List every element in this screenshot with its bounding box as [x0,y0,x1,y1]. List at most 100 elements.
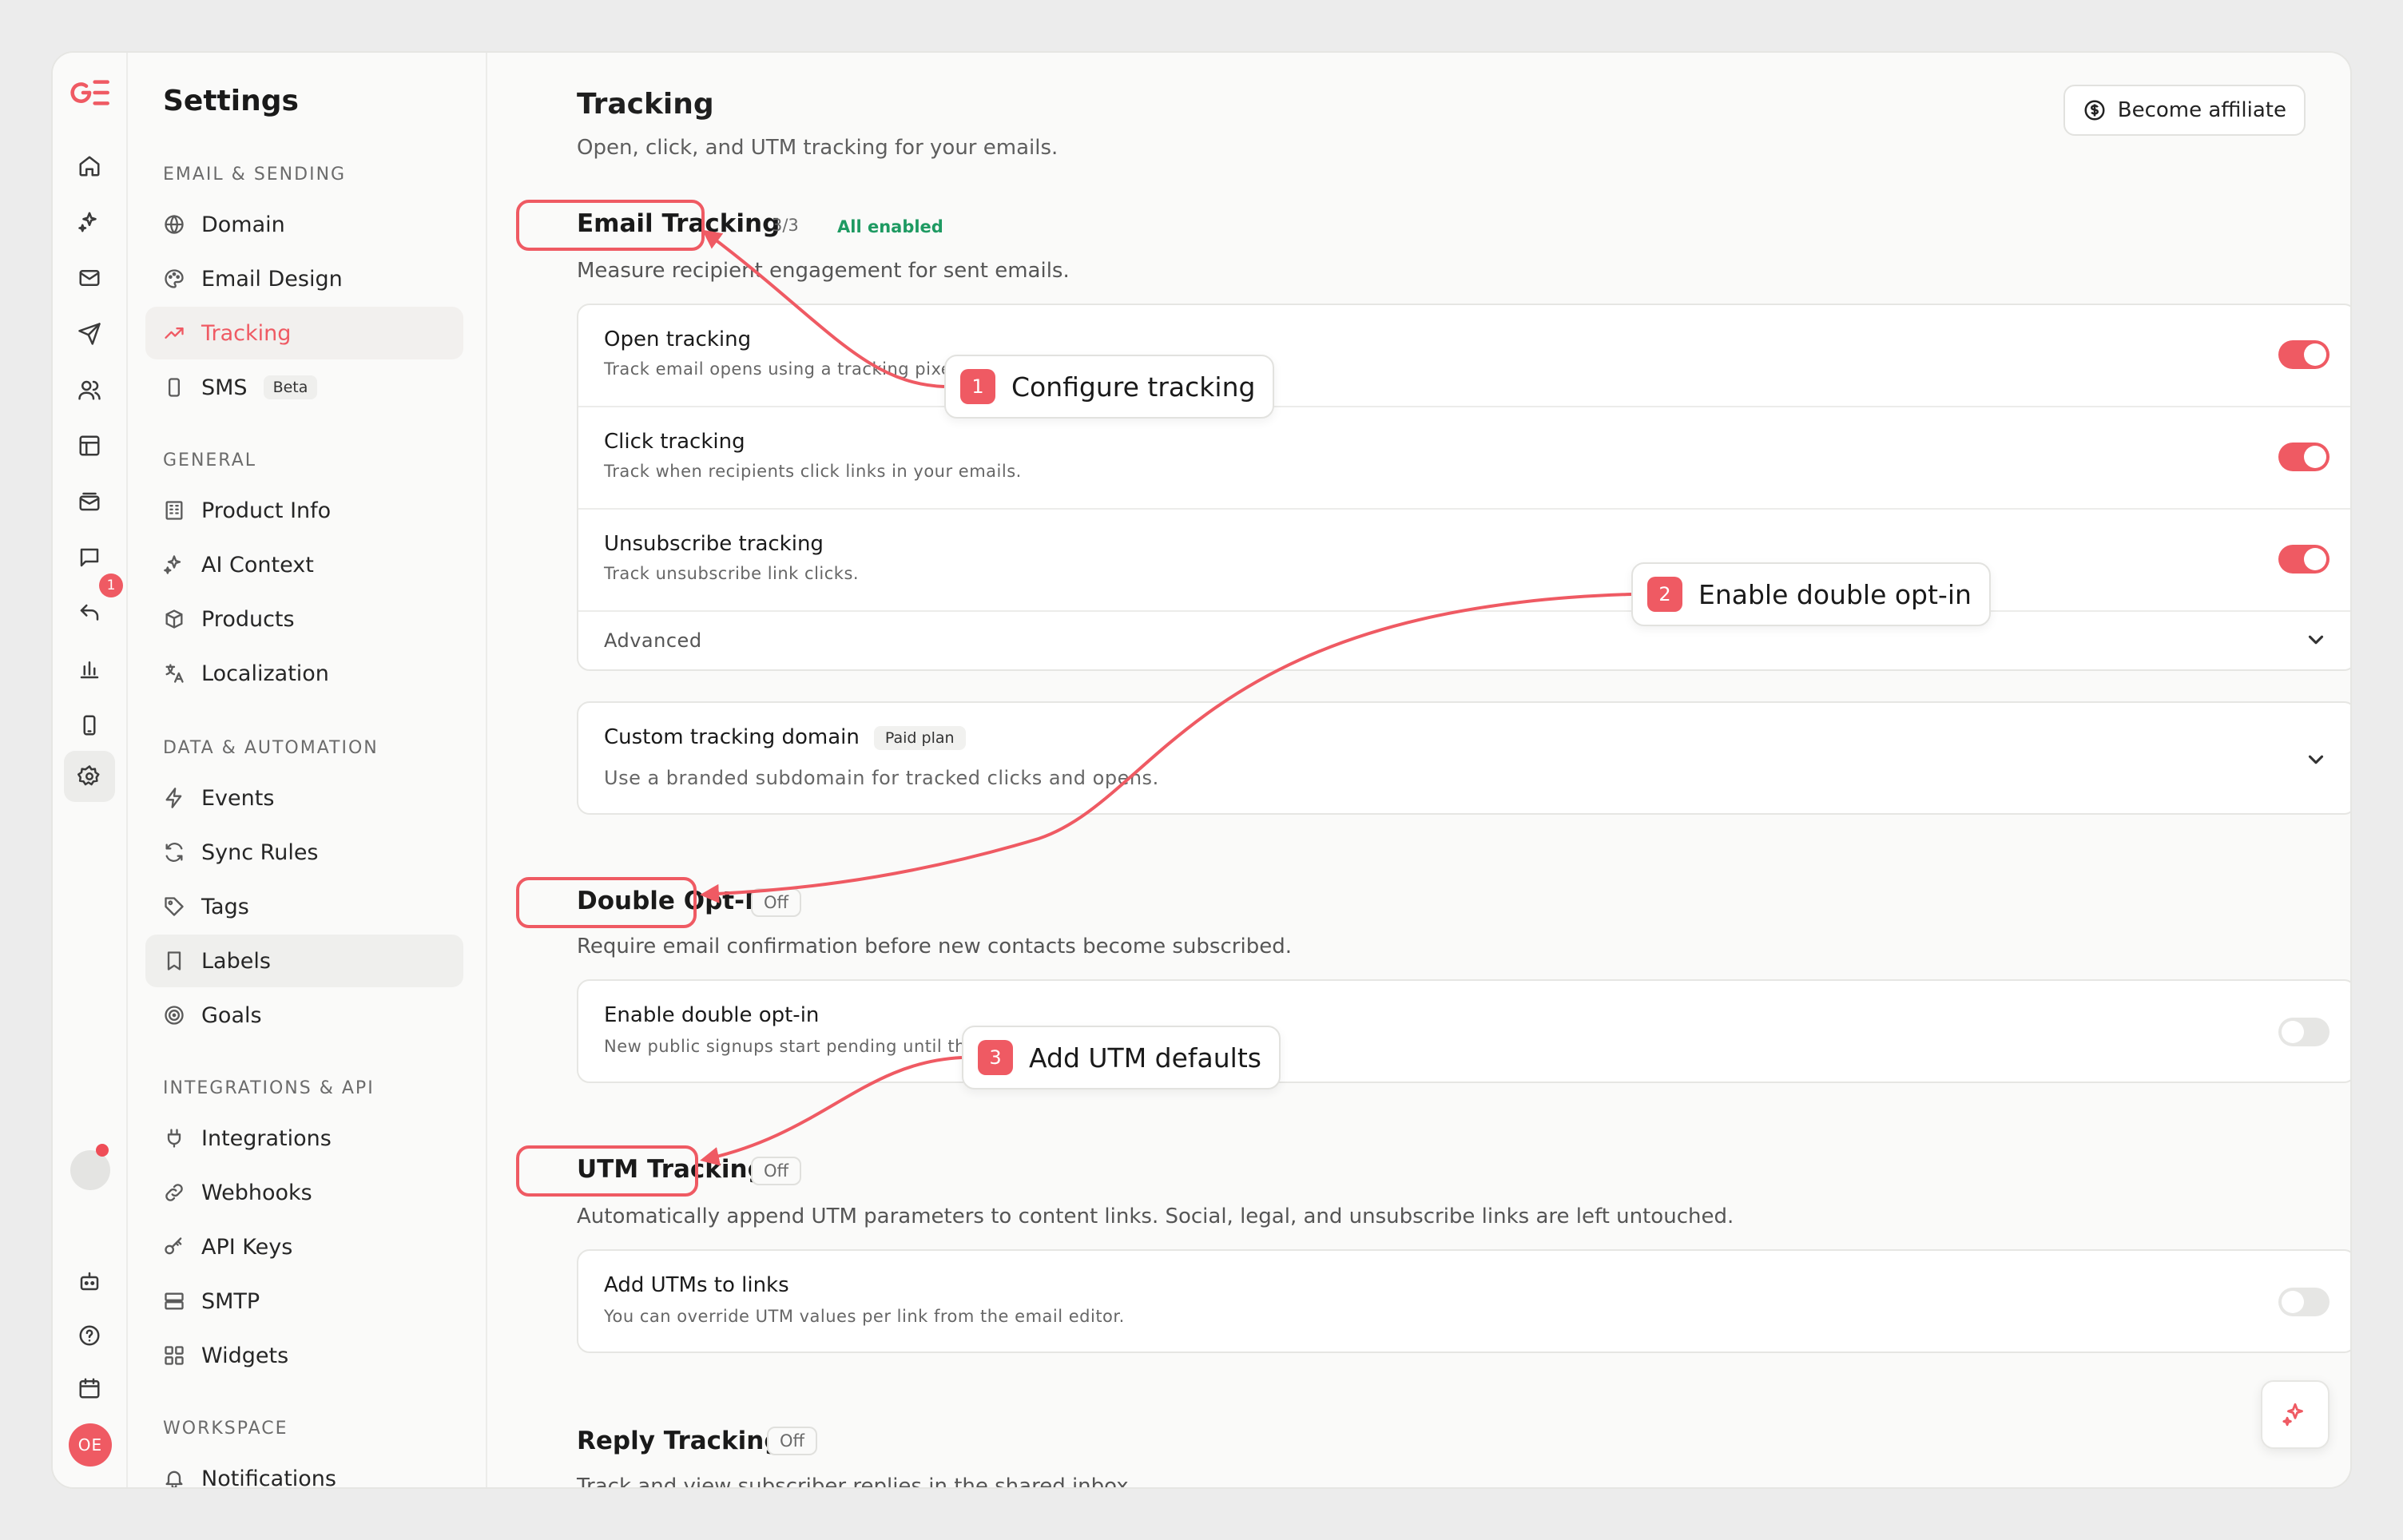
bot-icon[interactable] [64,1256,115,1307]
callout-text: Enable double opt-in [1698,578,1972,610]
double-optin-toggle[interactable] [2278,1018,2330,1046]
email-tracking-status: All enabled [837,217,943,236]
users-icon[interactable] [64,364,115,415]
tag-icon [165,897,184,916]
click-tracking-row: Click tracking Track when recipients cli… [578,407,2350,510]
sidebar-item-label: AI Context [201,552,314,578]
sidebar-item-widgets[interactable]: Widgets [145,1329,463,1382]
page-subtitle: Open, click, and UTM tracking for your e… [577,136,1059,160]
callout-enable-double-optin: 2 Enable double opt-in [1631,562,1991,626]
become-affiliate-label: Become affiliate [2117,98,2286,122]
click-tracking-toggle[interactable] [2278,443,2330,471]
sidebar-item-label: Localization [201,661,329,686]
sidebar-item-api-keys[interactable]: API Keys [145,1220,463,1273]
sidebar-item-goals[interactable]: Goals [145,989,463,1042]
sparkles-icon [2282,1403,2303,1427]
grid-icon [165,1346,184,1365]
utm-toggle[interactable] [2278,1288,2330,1316]
double-optin-badge: Off [751,888,801,917]
send-icon[interactable] [64,308,115,359]
calendar-icon[interactable] [64,1363,115,1414]
reply-tracking-description: Track and view subscriber replies in the… [577,1475,1135,1489]
mail-stack-icon[interactable] [64,476,115,527]
section-email-sending: EMAIL & SENDING [163,165,347,185]
sidebar-item-products[interactable]: Products [145,593,463,645]
sidebar-item-tags[interactable]: Tags [145,880,463,933]
sidebar-item-labels[interactable]: Labels [145,935,463,987]
highlight-double-optin [516,877,697,928]
open-tracking-desc: Track email opens using a tracking pixel… [604,359,963,379]
sidebar-item-product-info[interactable]: Product Info [145,484,463,537]
sidebar-item-domain[interactable]: Domain [145,198,463,251]
highlight-email-tracking [516,200,705,251]
section-integrations-api: INTEGRATIONS & API [163,1078,375,1098]
user-avatar[interactable]: OE [69,1423,112,1467]
plug-icon [167,1129,181,1148]
mail-icon[interactable] [64,252,115,304]
layout-icon[interactable] [64,420,115,471]
highlight-utm-tracking [516,1145,698,1197]
sidebar-item-events[interactable]: Events [145,772,463,824]
chart-icon[interactable] [64,644,115,695]
sidebar-item-label: Events [201,785,275,811]
sidebar-item-label: Integrations [201,1125,332,1151]
unsubscribe-tracking-toggle[interactable] [2278,545,2330,574]
help-icon[interactable] [64,1310,115,1361]
sidebar-item-tracking[interactable]: Tracking [145,307,463,359]
sidebar-item-integrations[interactable]: Integrations [145,1112,463,1165]
custom-domain-desc: Use a branded subdomain for tracked clic… [604,767,1159,789]
sidebar-item-label: Product Info [201,498,332,523]
sidebar-item-label: Email Design [201,266,343,292]
sync-icon [165,843,183,862]
home-icon[interactable] [64,141,115,192]
phone-icon[interactable] [64,700,115,751]
icon-rail: 1 OE [53,53,128,1487]
sidebar-item-sms[interactable]: SMS Beta [145,361,463,414]
ai-assistant-button[interactable] [2261,1380,2330,1449]
open-tracking-title: Open tracking [604,327,752,351]
sparkles-icon[interactable] [64,196,115,248]
sidebar-item-smtp[interactable]: SMTP [145,1275,463,1328]
sidebar-item-label: Labels [201,948,271,974]
beta-badge: Beta [263,375,318,399]
building-icon [165,501,183,520]
sidebar-item-label: Tracking [201,320,292,346]
sidebar-item-label: Webhooks [201,1180,312,1205]
double-optin-row-title: Enable double opt-in [604,1003,819,1027]
custom-tracking-domain-card[interactable]: Custom tracking domain Paid plan Use a br… [577,701,2350,815]
become-affiliate-button[interactable]: Become affiliate [2063,85,2306,136]
sidebar-item-ai-context[interactable]: AI Context [145,538,463,591]
link-icon [165,1184,183,1201]
globe-icon [165,215,184,234]
translate-icon [165,664,184,683]
open-tracking-toggle[interactable] [2278,340,2330,369]
double-optin-row-label: Enable double opt-in [604,1003,820,1027]
utm-card: Add UTMs to links You can override UTM v… [577,1249,2350,1353]
sidebar-item-label: Notifications [201,1466,336,1489]
callout-configure-tracking: 1 Configure tracking [944,355,1275,419]
click-tracking-title: Click tracking [604,430,745,454]
reply-tracking-badge: Off [767,1427,817,1455]
utm-tracking-description: Automatically append UTM parameters to c… [577,1205,1734,1228]
settings-gear-icon[interactable] [64,751,115,802]
sparkles-icon [164,555,181,574]
advanced-row[interactable]: Advanced [578,612,2350,669]
sidebar-item-label: Widgets [201,1343,289,1368]
sidebar-item-label: Goals [201,1002,262,1028]
chevron-down-icon [2308,635,2324,645]
advanced-label: Advanced [604,629,702,652]
bell-icon [165,1471,183,1487]
app-logo-icon[interactable] [64,67,115,118]
sidebar-item-webhooks[interactable]: Webhooks [145,1166,463,1219]
sidebar-item-email-design[interactable]: Email Design [145,252,463,305]
email-tracking-description: Measure recipient engagement for sent em… [577,259,1070,283]
dollar-circle-icon [2084,100,2105,121]
sidebar-item-sync-rules[interactable]: Sync Rules [145,826,463,879]
sidebar-item-notifications[interactable]: Notifications [145,1452,463,1489]
paid-plan-badge: Paid plan [873,725,966,750]
sidebar-item-localization[interactable]: Localization [145,647,463,700]
section-data-automation: DATA & AUTOMATION [163,738,379,758]
sidebar-title: Settings [163,85,299,117]
callout-number: 3 [978,1040,1013,1075]
email-tracking-count: 3/3 [772,216,799,235]
